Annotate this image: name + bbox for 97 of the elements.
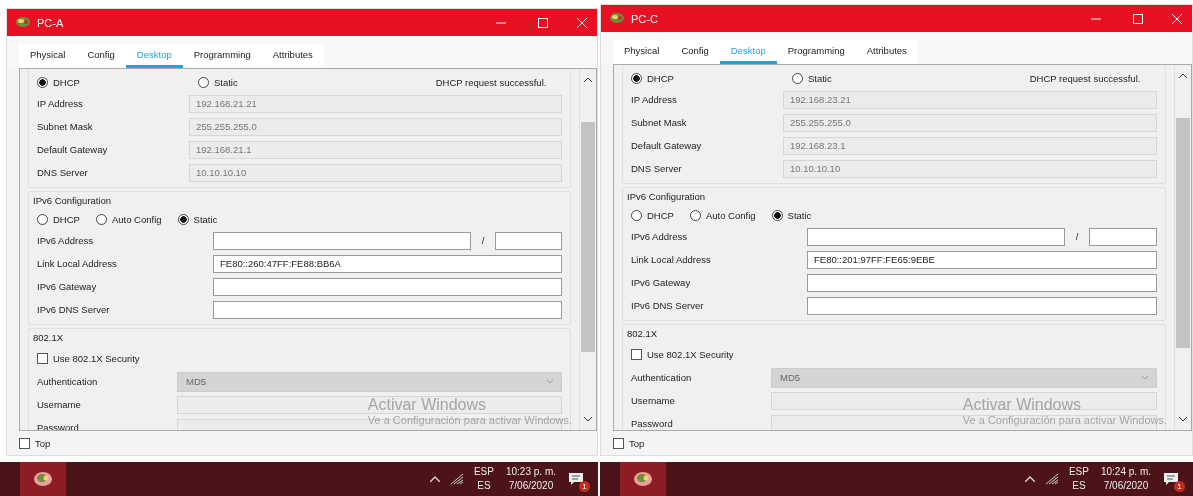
field-label: IPv6 Address	[631, 231, 688, 242]
checkbox[interactable]: Use 802.1X Security	[37, 353, 140, 364]
field-label: IPv6 Gateway	[37, 281, 98, 292]
radio-button[interactable]: Static	[177, 214, 218, 225]
chevron-up-icon[interactable]	[429, 476, 440, 482]
field-label: Username	[631, 395, 676, 406]
group-title: IPv6 Configuration	[33, 195, 113, 206]
checkbox[interactable]: Top	[613, 437, 645, 449]
date-text[interactable]: 7/06/2020	[508, 479, 554, 493]
input-field[interactable]	[1089, 227, 1157, 246]
layout-text[interactable]: ES	[1072, 479, 1086, 493]
tab[interactable]: Attributes	[855, 40, 918, 64]
watermark-text: Ve a Configuración para activar Windows.	[367, 414, 572, 426]
field-label: DNS Server	[37, 167, 89, 178]
input-field[interactable]	[807, 296, 1157, 315]
field-label: Authentication	[37, 376, 99, 387]
field-label: Username	[37, 399, 82, 410]
chevron-up-icon[interactable]	[1024, 476, 1035, 482]
date-text[interactable]: 7/06/2020	[1103, 479, 1149, 493]
tab[interactable]: Attributes	[261, 44, 324, 68]
radio-button[interactable]: DHCP	[631, 73, 674, 84]
input-field[interactable]: FE80::201:97FF:FE65:9EBE	[807, 250, 1157, 269]
app-icon	[33, 471, 53, 487]
field-label: IP Address	[631, 94, 678, 105]
watermark-title: Activar Windows	[962, 396, 1083, 414]
radio-button[interactable]: Static	[197, 77, 238, 88]
scroll-down-icon	[584, 417, 592, 422]
radio-button[interactable]: DHCP	[631, 210, 674, 221]
field-label: Subnet Mask	[37, 121, 94, 132]
field-label: IPv6 Address	[37, 235, 94, 246]
scroll-up-icon	[584, 77, 592, 82]
status-text: DHCP request successful.	[1029, 73, 1141, 84]
radio-button[interactable]: DHCP	[37, 77, 80, 88]
field-label: Link Local Address	[631, 254, 712, 265]
wifi-icon[interactable]	[449, 473, 464, 485]
language-text[interactable]: ESP	[1068, 465, 1089, 479]
separator-text: /	[1074, 231, 1080, 242]
time-text[interactable]: 10:24 p. m.	[1100, 465, 1151, 479]
field-label: Password	[631, 418, 674, 429]
tab[interactable]: Physical	[19, 44, 77, 68]
language-text[interactable]: ESP	[473, 465, 494, 479]
tab[interactable]: Config	[76, 44, 126, 68]
field-label: IPv6 Gateway	[631, 277, 692, 288]
app-icon	[633, 471, 653, 487]
field-label: DNS Server	[631, 163, 683, 174]
status-text: DHCP request successful.	[435, 77, 547, 88]
separator-text: /	[480, 235, 486, 246]
window-title: PC-A	[37, 16, 64, 29]
scroll-up-icon	[1179, 73, 1187, 78]
time-text[interactable]: 10:23 p. m.	[505, 465, 556, 479]
group-title: IPv6 Configuration	[627, 191, 707, 202]
checkbox[interactable]: Top	[19, 437, 51, 449]
tab[interactable]: Config	[670, 40, 720, 64]
wifi-icon[interactable]	[1044, 473, 1059, 485]
watermark-text: Ve a Configuración para activar Windows.	[962, 414, 1167, 426]
taskbar-app[interactable]	[20, 462, 66, 496]
watermark-title: Activar Windows	[367, 396, 488, 414]
field-label: IPv6 DNS Server	[37, 304, 111, 315]
app-icon	[609, 11, 625, 26]
scrollbar[interactable]	[579, 69, 596, 430]
scrollbar[interactable]	[1174, 65, 1191, 430]
notification-icon[interactable]	[568, 472, 584, 486]
radio-button[interactable]: DHCP	[37, 214, 80, 225]
input-field[interactable]	[213, 231, 471, 250]
group-title: 802.1X	[627, 328, 659, 339]
field-label: Default Gateway	[37, 144, 109, 155]
field-label: Subnet Mask	[631, 117, 688, 128]
radio-button[interactable]: Static	[791, 73, 832, 84]
field-label: Default Gateway	[631, 140, 703, 151]
caret-icon	[1142, 375, 1148, 380]
input-field[interactable]	[495, 231, 562, 250]
radio-button[interactable]: Auto Config	[95, 214, 162, 225]
group-title: 802.1X	[33, 332, 65, 343]
app-icon	[15, 15, 31, 30]
field-label: Link Local Address	[37, 258, 118, 269]
input-field[interactable]	[213, 300, 562, 319]
layout-text[interactable]: ES	[477, 479, 491, 493]
field-label: IP Address	[37, 98, 84, 109]
tab[interactable]: Programming	[182, 44, 262, 68]
notification-badge: 1	[579, 481, 590, 492]
field-label: Authentication	[631, 372, 693, 383]
input-field[interactable]	[807, 227, 1065, 246]
input-field[interactable]	[807, 273, 1157, 292]
scroll-down-icon	[1179, 417, 1187, 422]
input-field[interactable]: FE80::260:47FF:FE88:BB6A	[213, 254, 562, 273]
radio-button[interactable]: Auto Config	[689, 210, 756, 221]
field-label: IPv6 DNS Server	[631, 300, 705, 311]
checkbox[interactable]: Use 802.1X Security	[631, 349, 734, 360]
caret-icon	[547, 379, 553, 384]
notification-badge: 1	[1174, 481, 1185, 492]
tab[interactable]: Programming	[776, 40, 856, 64]
window-title: PC-C	[631, 12, 658, 25]
taskbar-app[interactable]	[620, 462, 666, 496]
notification-icon[interactable]	[1163, 472, 1179, 486]
tab[interactable]: Physical	[613, 40, 671, 64]
input-field[interactable]	[213, 277, 562, 296]
radio-button[interactable]: Static	[771, 210, 812, 221]
